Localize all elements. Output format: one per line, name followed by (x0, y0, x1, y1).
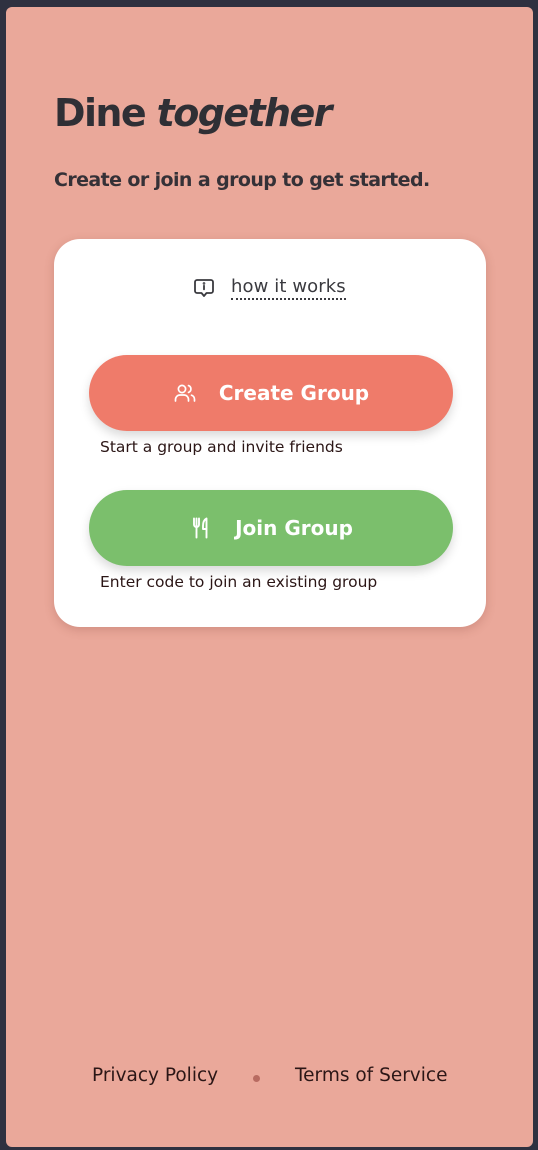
footer-separator-dot (253, 1075, 260, 1082)
app-screen: Dine together Create or join a group to … (6, 7, 533, 1147)
terms-of-service-link[interactable]: Terms of Service (295, 1065, 447, 1086)
join-group-label: Join Group (235, 516, 353, 540)
users-icon (173, 381, 197, 405)
create-group-button[interactable]: Create Group (89, 355, 453, 431)
page-title: Dine together (54, 91, 333, 135)
how-it-works-label: how it works (231, 276, 346, 300)
join-group-helper-text: Enter code to join an existing group (100, 573, 378, 591)
group-options-card: how it works Create Group Start a group … (54, 239, 486, 627)
create-group-label: Create Group (218, 381, 370, 405)
fork-knife-icon (189, 516, 213, 540)
footer: Privacy Policy Terms of Service (6, 1065, 533, 1093)
info-speech-bubble-icon (193, 277, 215, 299)
create-group-helper-text: Start a group and invite friends (100, 438, 343, 456)
page-subtitle: Create or join a group to get started. (54, 169, 430, 191)
join-group-button[interactable]: Join Group (89, 490, 453, 566)
title-prefix: Dine (54, 91, 147, 135)
privacy-policy-link[interactable]: Privacy Policy (92, 1065, 218, 1086)
how-it-works-link[interactable]: how it works (193, 276, 346, 300)
title-emphasis: together (156, 91, 333, 135)
